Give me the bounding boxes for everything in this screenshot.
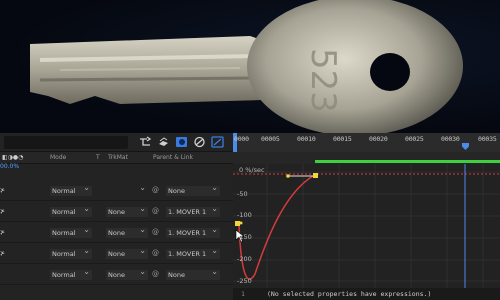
timeline-left-footer (0, 288, 233, 300)
graph-unit-label: 0 %/sec (239, 166, 265, 174)
graph-y-label: -250 (237, 277, 252, 285)
ruler-tick: 00010 (297, 135, 316, 143)
ruler-tick: 00020 (369, 135, 388, 143)
trkmat-select (106, 183, 148, 196)
layer-row[interactable]: ⊁ Normal None @ 1. MOVER 1 (0, 222, 233, 243)
layer-row[interactable]: ⊁ Normal None @ 1. MOVER 1 (0, 243, 233, 264)
layer-row[interactable]: ⊁ Normal @ None (0, 180, 233, 201)
t-column-label: T (96, 154, 100, 161)
blend-mode-select[interactable]: Normal (50, 225, 92, 238)
parent-select[interactable]: None (166, 183, 220, 196)
graph-y-label: -100 (237, 211, 252, 219)
expression-editor[interactable]: 1 (No selected properties have expressio… (233, 288, 500, 300)
comp-flowchart-icon[interactable] (139, 136, 152, 148)
ruler-tick: 00005 (261, 135, 280, 143)
layer-switch-glyph[interactable]: ⊁ (0, 229, 5, 236)
ruler-tick: 00025 (405, 135, 424, 143)
switches-icons[interactable]: ◧◑●◔ (2, 154, 23, 161)
graph-y-label: -150 (237, 233, 252, 241)
speed-curve[interactable] (238, 175, 314, 280)
graph-y-label: -200 (237, 255, 252, 263)
ruler-tick: 0000 (234, 135, 249, 143)
layer-row[interactable]: Normal None @ None (0, 264, 233, 285)
ruler-tick: 00030 (441, 135, 460, 143)
speed-graph[interactable] (233, 164, 500, 288)
blend-mode-select[interactable]: Normal (50, 267, 92, 280)
expression-line-number: 1 (241, 290, 245, 298)
parent-select[interactable]: None (166, 267, 220, 280)
trkmat-select[interactable]: None (106, 204, 148, 217)
timeline-toolbar: 0000 00005 00010 00015 00020 00025 00030… (0, 133, 500, 152)
layer-list: 00.0% ⊁ Normal @ None ⊁ Normal None @ 1.… (0, 163, 233, 300)
pick-whip-icon[interactable]: @ (152, 228, 159, 236)
pick-whip-icon[interactable]: @ (152, 207, 159, 215)
parent-select[interactable]: 1. MOVER 1 (166, 225, 220, 238)
parent-link-column-label: Parent & Link (153, 154, 193, 161)
parent-select[interactable]: 1. MOVER 1 (166, 246, 220, 259)
blend-mode-select[interactable]: Normal (50, 204, 92, 217)
key-engraving-text: 523 (303, 48, 343, 113)
expression-text: (No selected properties have expressions… (267, 290, 432, 298)
frame-blending-icon[interactable] (193, 136, 206, 148)
time-ruler[interactable]: 0000 00005 00010 00015 00020 00025 00030… (233, 133, 500, 152)
pick-whip-icon[interactable]: @ (152, 249, 159, 257)
blend-mode-select[interactable]: Normal (50, 246, 92, 259)
layer-column-header: ◧◑●◔ Mode T TrkMat Parent & Link (0, 152, 233, 164)
pick-whip-icon[interactable]: @ (152, 270, 159, 278)
work-area-bar[interactable] (315, 160, 500, 163)
graph-editor-icon[interactable] (211, 136, 224, 148)
trkmat-column-label: TrkMat (108, 154, 128, 161)
trkmat-select[interactable]: None (106, 246, 148, 259)
ruler-tick: 00015 (333, 135, 352, 143)
parent-select[interactable]: 1. MOVER 1 (166, 204, 220, 217)
work-area-bar-track (233, 152, 500, 164)
layer-switch-glyph[interactable]: ⊁ (0, 208, 5, 215)
draft-3d-icon[interactable] (157, 136, 170, 148)
layer-switch-glyph[interactable]: ⊁ (0, 250, 5, 257)
keyframe-handle[interactable] (235, 221, 240, 226)
ruler-tick: 00035 (478, 135, 497, 143)
motion-blur-icon[interactable] (175, 136, 188, 148)
layer-search-input[interactable] (4, 136, 128, 149)
composition-preview[interactable]: 523 (0, 0, 500, 133)
key-footage-image: 523 (30, 0, 463, 133)
layer-switch-glyph[interactable]: ⊁ (0, 187, 5, 194)
keyframe-handle[interactable] (313, 173, 318, 178)
trkmat-select[interactable]: None (106, 267, 148, 280)
graph-y-label: -50 (237, 190, 248, 198)
mode-column-label: Mode (50, 154, 67, 161)
bezier-handle-point[interactable] (239, 221, 243, 225)
trkmat-select[interactable]: None (106, 225, 148, 238)
pick-whip-icon[interactable]: @ (152, 186, 159, 194)
bezier-handle-point[interactable] (286, 174, 290, 178)
graph-editor-panel[interactable]: 0 %/sec -50 -100 -150 -200 -250 (233, 164, 500, 288)
percent-readout: 00.0% (0, 163, 20, 170)
layer-row[interactable]: ⊁ Normal None @ 1. MOVER 1 (0, 201, 233, 222)
blend-mode-select[interactable]: Normal (50, 183, 92, 196)
